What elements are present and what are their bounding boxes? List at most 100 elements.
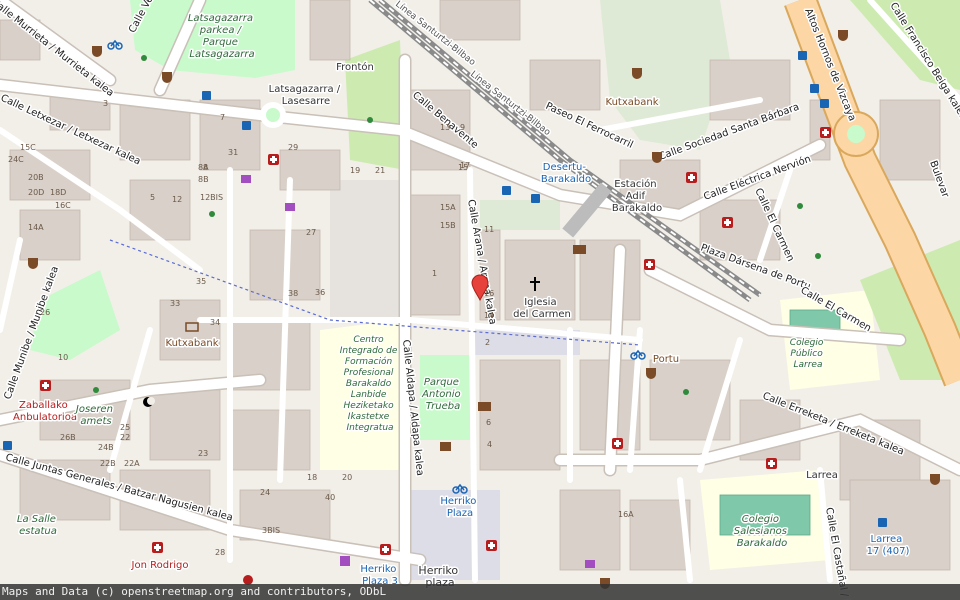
- house-number: 3BIS: [262, 526, 280, 535]
- house-number: 20B: [28, 173, 44, 182]
- house-number: 2: [485, 338, 490, 347]
- house-number: 8B: [198, 175, 209, 184]
- house-number: 12: [172, 195, 182, 204]
- house-number: 33: [170, 299, 180, 308]
- house-number: 15A: [440, 203, 456, 212]
- house-number: 12BIS: [200, 193, 223, 202]
- playground-icon[interactable]: [209, 211, 215, 217]
- house-number: 26: [40, 308, 50, 317]
- building: [19, 209, 81, 261]
- label-colegio-larrea: Colegio Público Larrea: [790, 338, 826, 370]
- label-centro: Centro Integrado de Formación Profesiona…: [340, 335, 401, 433]
- house-number: 24: [260, 488, 270, 497]
- playground-icon[interactable]: [683, 389, 689, 395]
- building: [159, 299, 221, 361]
- house-number: 16A: [618, 510, 634, 519]
- bus-stop-icon[interactable]: [820, 99, 829, 108]
- playground-icon[interactable]: [367, 117, 373, 123]
- house-number: 29: [288, 143, 298, 152]
- house-number: 4: [487, 440, 492, 449]
- house-number: 27: [306, 228, 316, 237]
- house-number: 22B: [100, 459, 116, 468]
- cafe-icon[interactable]: [632, 68, 642, 79]
- label-zaballako: Zaballako Anbulatorioa: [13, 400, 77, 423]
- cafe-icon[interactable]: [838, 30, 848, 41]
- label-parque-trueba: Parque Antonio Trueba: [421, 377, 464, 412]
- cafe-icon[interactable]: [28, 258, 38, 269]
- shop-icon[interactable]: [340, 556, 350, 566]
- house-number: 20: [342, 473, 352, 482]
- house-number: 10: [58, 353, 68, 362]
- cafe-icon[interactable]: [92, 46, 102, 57]
- house-number: 36: [315, 288, 325, 297]
- house-number: 40: [325, 493, 335, 502]
- label-kutxabank-ne: Kutxabank: [606, 97, 659, 108]
- cafe-icon[interactable]: [930, 474, 940, 485]
- building: [559, 489, 621, 571]
- label-colegio-salesianos: Colegio Salesianos Barakaldo: [734, 514, 790, 549]
- label-joseren: Joseren amets: [74, 404, 116, 427]
- bus-stop-icon[interactable]: [242, 121, 251, 130]
- building: [439, 0, 521, 41]
- bus-stop-icon[interactable]: [878, 518, 887, 527]
- post-icon[interactable]: [573, 245, 586, 254]
- label-la-salle: La Salle estatua: [17, 514, 59, 537]
- bus-stop-icon[interactable]: [3, 441, 12, 450]
- playground-icon[interactable]: [141, 55, 147, 61]
- cafe-icon[interactable]: [652, 152, 662, 163]
- house-number: 35: [196, 277, 206, 286]
- shop-icon[interactable]: [585, 560, 595, 568]
- building: [229, 409, 311, 471]
- bus-stop-icon[interactable]: [810, 84, 819, 93]
- building: [149, 389, 221, 461]
- building: [309, 0, 351, 61]
- label-desertu: Desertu- Barakaldo: [541, 162, 591, 185]
- bus-stop-icon[interactable]: [202, 91, 211, 100]
- playground-icon[interactable]: [797, 203, 803, 209]
- house-number: 31: [228, 148, 238, 157]
- house-number: 1: [432, 269, 437, 278]
- label-portu: Portu: [653, 354, 679, 365]
- park-fronton: [345, 40, 405, 170]
- building: [479, 359, 561, 471]
- house-number: 15B: [440, 221, 456, 230]
- house-number: 24C: [8, 155, 24, 164]
- house-number: 22: [120, 433, 130, 442]
- library-icon[interactable]: [440, 442, 451, 451]
- house-number: 38: [288, 289, 298, 298]
- house-number: 17: [460, 161, 470, 170]
- playground-icon[interactable]: [815, 253, 821, 259]
- house-number: 21: [375, 166, 385, 175]
- house-number: 26B: [60, 433, 76, 442]
- building: [579, 239, 641, 321]
- building: [129, 179, 191, 241]
- house-number: 8A: [198, 163, 209, 172]
- shop-icon[interactable]: [285, 203, 295, 211]
- bus-stop-icon[interactable]: [798, 51, 807, 60]
- cafe-icon[interactable]: [162, 72, 172, 83]
- house-number: 18D: [50, 188, 66, 197]
- attribution-bar: Maps and Data (c) openstreetmap.org and …: [0, 584, 960, 600]
- label-larrea-stop: Larrea 17 (407): [867, 534, 910, 557]
- building: [409, 194, 461, 316]
- house-number: 24B: [98, 443, 114, 452]
- playground-icon[interactable]: [93, 387, 99, 393]
- cafe-icon[interactable]: [646, 368, 656, 379]
- plaza-central: [330, 180, 400, 320]
- house-number: 5: [150, 193, 155, 202]
- house-number: 22A: [124, 459, 140, 468]
- label-fronton: Frontón: [336, 61, 374, 73]
- shop-icon[interactable]: [241, 175, 251, 183]
- bus-stop-icon[interactable]: [531, 194, 540, 203]
- house-number: 28: [215, 548, 225, 557]
- post-icon[interactable]: [478, 402, 491, 411]
- label-larrea: Larrea: [806, 470, 838, 481]
- house-number: 25: [120, 423, 130, 432]
- map-canvas[interactable]: Calle Murrieta / Murrieta kalea Calle Ve…: [0, 0, 960, 600]
- building: [504, 239, 576, 321]
- building: [529, 59, 601, 111]
- house-number: 9: [460, 123, 465, 132]
- house-number: 16C: [55, 201, 71, 210]
- house-number: 34: [210, 318, 220, 327]
- bus-stop-icon[interactable]: [502, 186, 511, 195]
